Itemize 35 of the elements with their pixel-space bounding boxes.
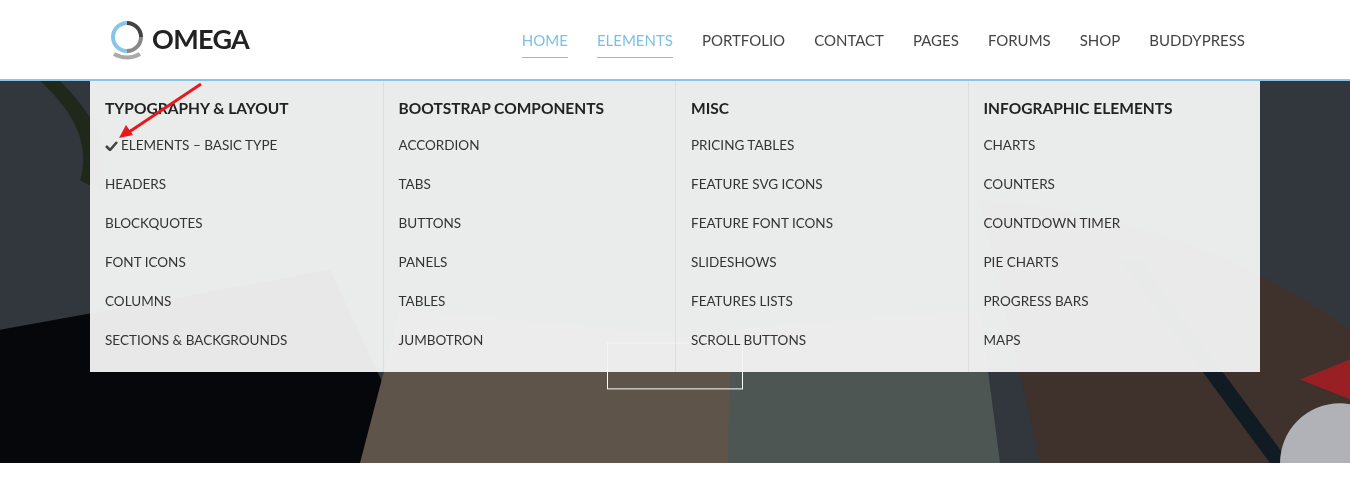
menu-item[interactable]: FONT ICONS — [105, 252, 368, 272]
menu-item[interactable]: SCROLL BUTTONS — [691, 330, 953, 350]
nav-link[interactable]: SHOP — [1079, 20, 1121, 59]
menu-item[interactable]: FEATURE FONT ICONS — [691, 213, 953, 233]
menu-item[interactable]: ELEMENTS – BASIC TYPE — [105, 135, 368, 155]
menu-item[interactable]: COUNTERS — [983, 174, 1245, 194]
menu-item[interactable]: BUTTONS — [398, 213, 660, 233]
menu-item[interactable]: TABLES — [398, 291, 660, 311]
menu-item[interactable]: TABS — [398, 174, 660, 194]
nav-link[interactable]: BUDDYPRESS — [1149, 20, 1245, 59]
menu-item[interactable]: SECTIONS & BACKGROUNDS — [105, 330, 368, 350]
menu-column-title: BOOTSTRAP COMPONENTS — [398, 98, 605, 118]
menu-item[interactable]: BLOCKQUOTES — [105, 213, 368, 233]
menu-item[interactable]: COUNTDOWN TIMER — [983, 213, 1245, 233]
menu-item[interactable]: FEATURES LISTS — [691, 291, 953, 311]
menu-item[interactable]: PANELS — [398, 252, 660, 272]
menu-item[interactable]: HEADERS — [105, 174, 368, 194]
nav-link[interactable]: FORUMS — [987, 20, 1051, 59]
menu-item[interactable]: COLUMNS — [105, 291, 368, 311]
menu-item[interactable]: MAPS — [983, 330, 1245, 350]
menu-item[interactable]: CHARTS — [983, 135, 1245, 155]
menu-item[interactable]: FEATURE SVG ICONS — [691, 174, 953, 194]
logo-text[interactable]: OMEGA — [152, 19, 250, 60]
nav-link[interactable]: PAGES — [913, 20, 959, 59]
menu-item[interactable]: SLIDESHOWS — [691, 252, 953, 272]
nav-link[interactable]: PORTFOLIO — [701, 20, 786, 59]
menu-item[interactable]: PIE CHARTS — [983, 252, 1245, 272]
nav-link[interactable]: CONTACT — [814, 20, 884, 59]
menu-column-title: INFOGRAPHIC ELEMENTS — [983, 98, 1174, 118]
menu-item[interactable]: JUMBOTRON — [398, 330, 660, 350]
logo-icon — [110, 19, 144, 60]
menu-column-title: MISC — [691, 98, 730, 118]
menu-item[interactable]: PRICING TABLES — [691, 135, 953, 155]
menu-item[interactable]: PROGRESS BARS — [983, 291, 1245, 311]
menu-item[interactable]: ACCORDION — [398, 135, 660, 155]
